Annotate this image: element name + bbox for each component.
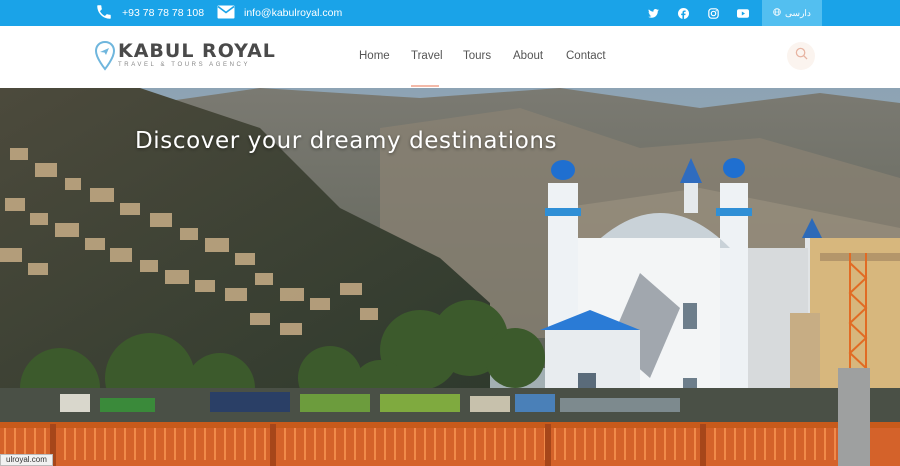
search-button[interactable] [787, 42, 815, 70]
brand-name: KABUL ROYAL [118, 40, 276, 62]
youtube-icon[interactable] [736, 6, 750, 20]
email-contact[interactable]: info@kabulroyal.com [217, 0, 342, 26]
nav-home[interactable]: Home [359, 50, 390, 62]
phone-number: +93 78 78 78 108 [122, 7, 205, 19]
nav-about[interactable]: About [513, 50, 543, 62]
email-address: info@kabulroyal.com [244, 7, 343, 19]
nav-travel[interactable]: Travel [411, 50, 443, 62]
location-pin-icon [94, 40, 116, 76]
hero-banner: Discover your dreamy destinations ulroya… [0, 88, 900, 466]
language-switcher[interactable]: دارسی [762, 0, 822, 26]
language-label: دارسی [785, 7, 811, 18]
globe-icon [773, 8, 781, 18]
envelope-icon [217, 5, 235, 22]
site-logo[interactable]: KABUL ROYAL TRAVEL & TOURS AGENCY [94, 40, 276, 76]
twitter-icon[interactable] [646, 6, 660, 20]
facebook-icon[interactable] [676, 6, 690, 20]
main-header: KABUL ROYAL TRAVEL & TOURS AGENCY Home T… [0, 26, 900, 88]
nav-tours[interactable]: Tours [463, 50, 491, 62]
phone-icon [95, 3, 113, 24]
instagram-icon[interactable] [706, 6, 720, 20]
top-contact-bar: +93 78 78 78 108 info@kabulroyal.com دار… [0, 0, 900, 26]
brand-tagline: TRAVEL & TOURS AGENCY [118, 62, 251, 68]
browser-status-url: ulroyal.com [0, 454, 53, 466]
hero-heading: Discover your dreamy destinations [135, 128, 558, 154]
nav-contact[interactable]: Contact [566, 50, 606, 62]
phone-contact[interactable]: +93 78 78 78 108 [95, 0, 204, 26]
social-links [646, 0, 750, 26]
nav-active-indicator [411, 85, 439, 87]
search-icon [795, 47, 808, 65]
